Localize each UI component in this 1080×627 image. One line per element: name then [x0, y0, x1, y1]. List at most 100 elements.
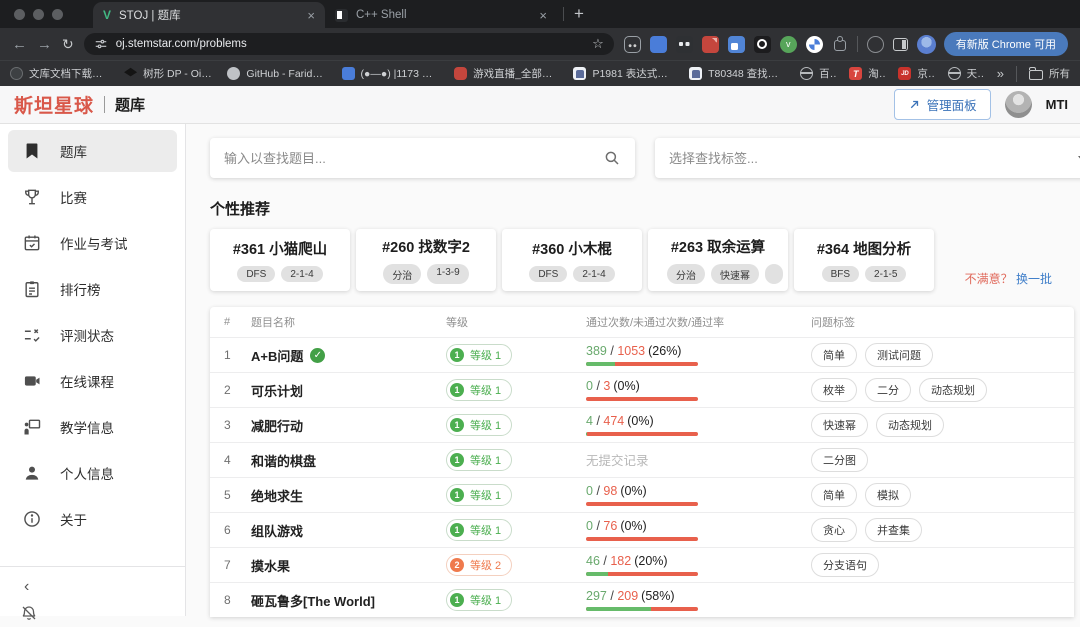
stoj-favicon: V: [103, 8, 111, 22]
problem-name[interactable]: 绝地求生: [251, 486, 303, 505]
problem-tag: 简单: [811, 343, 857, 367]
bookmarks-separator: [1016, 66, 1017, 82]
recommend-card[interactable]: #260 找数字2 分治1-3-9: [356, 229, 496, 291]
recommend-card[interactable]: #364 地图分析 BFS2-1-5: [794, 229, 934, 291]
sidebar-item-contests[interactable]: 比赛: [0, 174, 185, 220]
green-v-extension-icon[interactable]: [780, 36, 797, 53]
reload-button[interactable]: ↻: [62, 36, 74, 53]
github-icon: [227, 67, 240, 80]
globe-icon: [800, 67, 813, 80]
recommend-card[interactable]: #360 小木棍 DFS2-1-4: [502, 229, 642, 291]
bookmark-item[interactable]: (●—●) |1173 最优...: [342, 66, 442, 81]
level-badge: 1等级 1: [446, 414, 512, 436]
recommend-card[interactable]: #361 小猫爬山 DFS2-1-4: [210, 229, 350, 291]
bookmark-item[interactable]: 京东: [898, 66, 934, 81]
tag-select-input[interactable]: [669, 151, 1078, 166]
new-tab-button[interactable]: [574, 4, 584, 24]
username[interactable]: MTI: [1046, 97, 1068, 112]
pinwheel-extension-icon[interactable]: [806, 36, 823, 53]
recommend-card[interactable]: #263 取余运算 分治快速幂: [648, 229, 788, 291]
octotree-extension-icon[interactable]: [754, 36, 771, 53]
pass-stats: 0 / 98(0%): [586, 484, 811, 498]
bookmark-item[interactable]: P1981 表达式求值...: [573, 66, 676, 81]
table-row[interactable]: 2 可乐计划 1等级 1 0 / 3(0%) 枚举二分动态规划: [210, 372, 1074, 407]
forward-button[interactable]: →: [37, 37, 52, 52]
bookmark-item[interactable]: T80348 查找特定...: [689, 66, 787, 81]
bookmark-item[interactable]: 树形 DP - Oi Wiki: [124, 66, 214, 81]
problem-name[interactable]: 可乐计划: [251, 381, 303, 400]
translate-extension-icon[interactable]: [728, 36, 745, 53]
problem-name[interactable]: 砸瓦鲁多[The World]: [251, 591, 375, 610]
browser-tab-cpp-shell[interactable]: C++ Shell: [325, 2, 557, 28]
pass-rate-bar: [586, 537, 698, 541]
main-content: 个性推荐 #361 小猫爬山 DFS2-1-4 #260 找数字2 分治1-3-…: [186, 124, 1080, 616]
recommend-tag: 2-1-5: [865, 266, 906, 282]
recommend-card-title: #260 找数字2: [382, 236, 470, 257]
recommend-card-title: #361 小猫爬山: [233, 238, 327, 259]
browser-tab-stoj[interactable]: V STOJ | 题库: [93, 2, 325, 28]
table-row[interactable]: 1 A+B问题 1等级 1 389 / 1053(26%) 简单测试问题: [210, 337, 1074, 372]
history-circle-icon[interactable]: [867, 36, 884, 53]
problem-name[interactable]: 和谐的棋盘: [251, 451, 316, 470]
problem-search-input[interactable]: [224, 151, 603, 166]
table-row[interactable]: 6 组队游戏 1等级 1 0 / 76(0%) 贪心并查集: [210, 512, 1074, 547]
search-icon[interactable]: [603, 149, 621, 167]
window-traffic-lights[interactable]: [14, 0, 63, 28]
chrome-update-chip[interactable]: 有新版 Chrome 可用: [944, 32, 1068, 56]
table-row[interactable]: 5 绝地求生 1等级 1 0 / 98(0%) 简单模拟: [210, 477, 1074, 512]
bookmark-item[interactable]: GitHub - FaridSafi...: [227, 67, 328, 80]
side-panel-icon[interactable]: [893, 38, 908, 51]
brand-logo[interactable]: 斯坦星球: [14, 91, 94, 118]
refresh-link[interactable]: 换一批: [1016, 272, 1052, 286]
table-row[interactable]: 7 摸水果 2等级 2 46 / 182(20%) 分支语句: [210, 547, 1074, 582]
zoom-window-button[interactable]: [52, 9, 63, 20]
calendar-check-icon: [22, 233, 42, 253]
refresh-question: 不满意？: [965, 272, 1013, 286]
blue-extension-icon[interactable]: [650, 36, 667, 53]
extensions-puzzle-icon[interactable]: [834, 40, 846, 51]
bookmark-item[interactable]: 游戏直播_全部游戏...: [454, 66, 560, 81]
row-index: 4: [210, 453, 251, 467]
site-settings-icon[interactable]: [94, 37, 108, 51]
bookmark-item[interactable]: 淘宝: [849, 66, 885, 81]
red-pdf-extension-icon[interactable]: [702, 36, 719, 53]
all-bookmarks-folder[interactable]: 所有: [1029, 66, 1070, 81]
sidebar-item-problems[interactable]: 题库: [8, 130, 177, 172]
address-bar[interactable]: oj.stemstar.com/problems ☆: [84, 33, 614, 55]
problem-name[interactable]: A+B问题: [251, 346, 303, 365]
sidebar-item-ranking[interactable]: 排行榜: [0, 266, 185, 312]
table-row[interactable]: 4 和谐的棋盘 1等级 1 无提交记录 二分图: [210, 442, 1074, 477]
bell-off-icon[interactable]: [20, 604, 185, 622]
table-row[interactable]: 3 减肥行动 1等级 1 4 / 474(0%) 快速幂动态规划: [210, 407, 1074, 442]
sidebar-collapse-chevron[interactable]: [0, 579, 185, 595]
close-tab-icon[interactable]: [539, 9, 547, 22]
bookmark-star-icon[interactable]: ☆: [592, 36, 604, 52]
sidebar-item-teaching[interactable]: 教学信息: [0, 404, 185, 450]
bookmark-item[interactable]: 文库文档下载系统...: [10, 66, 111, 81]
close-tab-icon[interactable]: [307, 9, 315, 22]
sidebar-item-homework[interactable]: 作业与考试: [0, 220, 185, 266]
bookmark-item[interactable]: 百度: [800, 66, 836, 81]
tampermonkey-extension-icon[interactable]: [676, 36, 693, 53]
sidebar-item-courses[interactable]: 在线课程: [0, 358, 185, 404]
checklist-icon: [22, 325, 42, 345]
admin-panel-button[interactable]: 管理面板: [894, 89, 991, 120]
row-index: 2: [210, 383, 251, 397]
sidebar-item-about[interactable]: 关于: [0, 496, 185, 542]
bookmarks-overflow-chevron[interactable]: [997, 66, 1004, 81]
sidebar-item-profile[interactable]: 个人信息: [0, 450, 185, 496]
problem-name[interactable]: 减肥行动: [251, 416, 303, 435]
cat-extension-icon[interactable]: [624, 36, 641, 53]
url-text[interactable]: oj.stemstar.com/problems: [116, 38, 584, 50]
recommend-tag: 快速幂: [711, 264, 759, 284]
minimize-window-button[interactable]: [33, 9, 44, 20]
close-window-button[interactable]: [14, 9, 25, 20]
bookmark-item[interactable]: 天猫: [948, 66, 984, 81]
problem-name[interactable]: 摸水果: [251, 556, 290, 575]
user-avatar[interactable]: [1005, 91, 1032, 118]
back-button[interactable]: ←: [12, 37, 27, 52]
table-row[interactable]: 8 砸瓦鲁多[The World] 1等级 1 297 / 209(58%): [210, 582, 1074, 617]
sidebar-item-judge-status[interactable]: 评测状态: [0, 312, 185, 358]
problem-name[interactable]: 组队游戏: [251, 521, 303, 540]
chrome-profile-avatar[interactable]: [917, 35, 936, 54]
